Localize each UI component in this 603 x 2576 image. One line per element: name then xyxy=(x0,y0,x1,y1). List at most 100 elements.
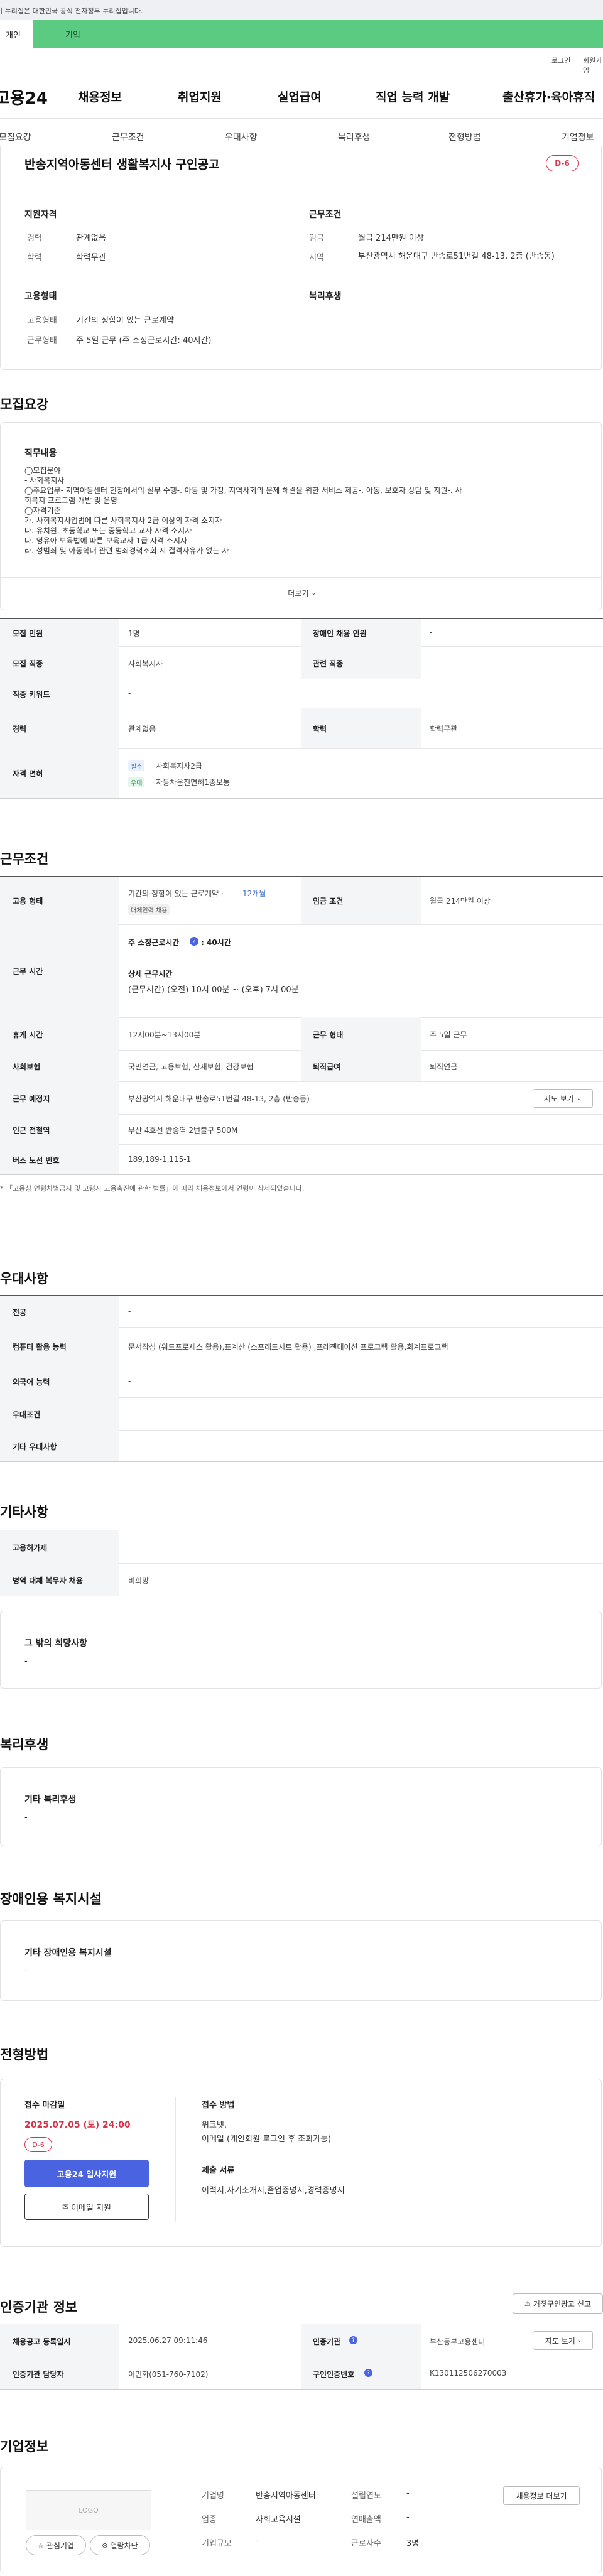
company-jobs-button[interactable]: 채용정보 더보기 xyxy=(503,2486,580,2505)
duty-line: 회복지 프로그램 개발 및 운영 xyxy=(24,496,117,505)
other-section-title: 기타사항 xyxy=(0,1505,49,1520)
agency-value: 부산동부고용센터 xyxy=(430,2337,486,2346)
top-tab-personal[interactable]: 개인 xyxy=(0,20,33,48)
info-icon[interactable]: ? xyxy=(190,937,198,946)
agency-label: 인증기관 xyxy=(313,2337,341,2346)
manager-value: 이민화(051-760-7102) xyxy=(128,2370,209,2379)
bus-label: 버스 노선 번호 xyxy=(13,1156,60,1165)
reg-label: 채용공고 등록일시 xyxy=(13,2337,71,2346)
time-detail: (근무시간) (오전) 10시 00분 ~ (오후) 7시 00분 xyxy=(128,985,299,995)
pref-section-title: 우대사항 xyxy=(0,1271,49,1286)
deadline-value: 2025.07.05 (토) 24:00 xyxy=(24,2120,131,2130)
company-sales-label: 연매출액 xyxy=(351,2515,381,2525)
conditions-table: 고용 형태 기간의 정함이 있는 근로계약 · 12개월 대체인력 채용 임금 … xyxy=(0,876,603,1198)
computer-label: 컴퓨터 활용 능력 xyxy=(13,1343,67,1351)
login-link[interactable]: 로그인 xyxy=(551,55,570,65)
place-label: 근무 예정지 xyxy=(13,1095,50,1103)
site-logo[interactable]: 고용24 xyxy=(0,85,48,109)
duty-line: 나. 유치원, 초등학교 또는 중등학교 교사 자격 소지자 xyxy=(24,526,192,535)
preferred-badge: 우대 xyxy=(128,777,145,787)
number-value: K130112506270003 xyxy=(430,2369,507,2378)
deadline-title: 접수 마감일 xyxy=(24,2101,65,2110)
recruit-table: 모집 인원 1명 장애인 채용 인원 - 모집 직종 사회복지사 관련 직종 -… xyxy=(0,618,603,799)
more-button[interactable]: 더보기 ⌄ xyxy=(271,582,334,603)
table-row: 인증기관 담당자 이민화(051-760-7102) 구인인증번호 ? K130… xyxy=(0,2357,603,2390)
signup-link[interactable]: 회원가입 xyxy=(583,55,603,75)
tab-welfare[interactable]: 복리후생 xyxy=(338,131,371,143)
gnb-parental-leave[interactable]: 출산휴가·육아휴직 xyxy=(503,88,595,105)
info-icon[interactable]: ? xyxy=(349,2336,357,2344)
info-icon[interactable]: ? xyxy=(364,2369,372,2377)
gnb-jobs[interactable]: 채용정보 xyxy=(78,88,122,105)
gnb-employment-support[interactable]: 취업지원 xyxy=(178,88,222,105)
email-apply-button[interactable]: ✉ 이메일 지원 xyxy=(24,2194,149,2220)
tab-company[interactable]: 기업정보 xyxy=(562,131,594,143)
email-apply-label: 이메일 지원 xyxy=(71,2203,111,2213)
report-fake-ad-label: 거짓구인광고 신고 xyxy=(533,2299,591,2308)
tab-preferences[interactable]: 우대사항 xyxy=(225,131,258,143)
subway-label: 인근 전철역 xyxy=(13,1126,50,1135)
company-logo-text: LOGO xyxy=(79,2506,99,2514)
pref-table: 전공 - 컴퓨터 활용 능력 문서작성 (워드프로세스 활용),표계산 (스프레… xyxy=(0,1295,603,1462)
pref-etc-label: 기타 우대사항 xyxy=(13,1442,57,1451)
welfare-title: 복리후생 xyxy=(309,291,342,301)
top-tab-company[interactable]: 기업 xyxy=(65,28,80,40)
table-row: 사회보험 국민연금, 고용보험, 산재보험, 건강보험 퇴직급여 퇴직연금 xyxy=(0,1050,603,1082)
hope-card: 그 밖의 희망사항 - xyxy=(0,1611,602,1689)
tab-conditions[interactable]: 근무조건 xyxy=(112,131,144,143)
edu-table-value: 학력무관 xyxy=(430,725,458,733)
facility-box-title: 기타 장애인용 복지시설 xyxy=(24,1948,112,1958)
recruit-section-title: 모집요강 xyxy=(0,397,49,412)
edu-label: 학력 xyxy=(27,253,42,262)
docs-title: 제출 서류 xyxy=(202,2166,235,2175)
disabled-value: - xyxy=(430,628,433,637)
emp-period: 12개월 xyxy=(242,889,266,898)
pref-etc-value: - xyxy=(128,1441,131,1450)
company-name-value: 반송지역아동센터 xyxy=(256,2491,316,2501)
company-year-label: 설립연도 xyxy=(351,2491,381,2501)
career-label: 경력 xyxy=(27,234,42,243)
method-value-2: 이메일 (개인회원 로그인 후 조회가능) xyxy=(202,2135,332,2144)
conditions-section-title: 근무조건 xyxy=(0,852,49,867)
company-size-label: 기업규모 xyxy=(202,2539,232,2548)
selection-card: 접수 마감일 2025.07.05 (토) 24:00 D-6 고용24 입사지… xyxy=(0,2079,602,2247)
gnb-vocational-training[interactable]: 직업 능력 개발 xyxy=(376,88,450,105)
tab-selection[interactable]: 전형방법 xyxy=(448,131,481,143)
facility-card: 기타 장애인용 복지시설 - xyxy=(0,1920,602,2001)
agency-map-button[interactable]: 지도 보기 › xyxy=(533,2331,593,2350)
block-company-button[interactable]: ⊘ 열람차단 xyxy=(90,2535,150,2555)
related-value: - xyxy=(430,658,433,667)
table-row: 병역 대체 복무자 채용 비희망 xyxy=(0,1563,603,1596)
table-row: 직종 키워드 - xyxy=(0,679,603,708)
method-value-1: 워크넷, xyxy=(202,2121,227,2130)
tab-recruit[interactable]: 모집요강 xyxy=(0,131,31,143)
time-label: 근무 시간 xyxy=(13,967,43,976)
report-fake-ad-button[interactable]: ⚠ 거짓구인광고 신고 xyxy=(513,2293,603,2314)
count-label: 모집 인원 xyxy=(13,629,43,638)
worktype-label: 근무형태 xyxy=(27,336,57,345)
gnb-unemployment-benefit[interactable]: 실업급여 xyxy=(278,88,322,105)
career-table-label: 경력 xyxy=(13,725,27,733)
company-logo-placeholder: LOGO xyxy=(26,2490,151,2530)
chevron-down-icon: ⌄ xyxy=(576,1095,582,1102)
region-label: 지역 xyxy=(309,253,324,262)
block-label: 열람차단 xyxy=(110,2541,138,2550)
table-row: 채용공고 등록일시 2025.06.27 09:11:46 인증기관 ? 부산동… xyxy=(0,2324,603,2357)
apply-button[interactable]: 고용24 입사지원 xyxy=(24,2160,149,2187)
career-value: 관계없음 xyxy=(76,234,106,243)
edu-table-label: 학력 xyxy=(313,725,327,733)
mail-icon: ✉ xyxy=(62,2202,69,2211)
map-button[interactable]: 지도 보기 ⌄ xyxy=(533,1089,593,1108)
company-sales-value: - xyxy=(406,2513,410,2522)
duty-line: ◯모집분야 xyxy=(24,466,61,475)
other-table: 고용허가제 - 병역 대체 복무자 채용 비희망 xyxy=(0,1530,603,1596)
license-label: 자격 면허 xyxy=(13,769,43,778)
favorite-company-button[interactable]: ☆ 관심기업 xyxy=(26,2535,86,2555)
company-industry-value: 사회교육시설 xyxy=(256,2515,301,2525)
time-weekly: 주 소정근로시간 xyxy=(128,938,180,947)
gov-banner: 이 누리집은 대한민국 공식 전자정부 누리집입니다. xyxy=(0,0,603,20)
insurance-value: 국민연금, 고용보험, 산재보험, 건강보험 xyxy=(128,1063,254,1071)
wage-value: 월급 214만원 이상 xyxy=(358,234,424,243)
duty-line: 라. 성범죄 및 아동학대 관련 범죄경력조회 시 결격사유가 없는 자 xyxy=(24,546,229,555)
required-badge: 필수 xyxy=(128,760,145,771)
